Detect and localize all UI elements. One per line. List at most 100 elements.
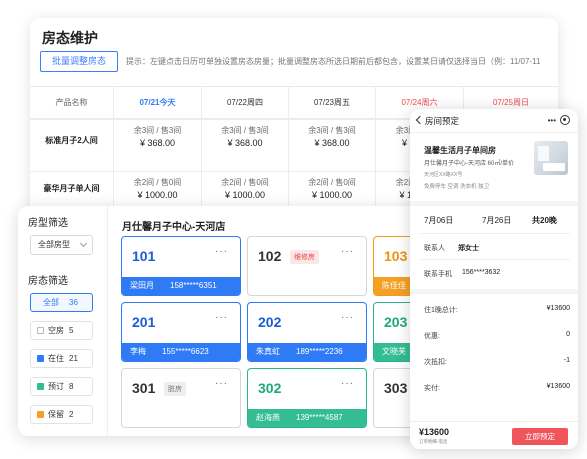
footer-sub[interactable]: 订单明细 电话 xyxy=(419,439,447,445)
filter-sidebar: 房型筛选 全部房型 房态筛选 全部 36 空房 5 在住 21 预订 8 保留 … xyxy=(18,206,108,436)
calendar-cell[interactable]: 余3间 / 售3间 ¥ 368.00 xyxy=(289,125,375,148)
tip-text: 提示：左键点击日历可单独设置房态房量；批量调整房态所选日期前后都包含，设置某日请… xyxy=(126,57,541,66)
room-card[interactable]: 202 ··· 朱真虹 189*****2236 xyxy=(247,302,367,362)
deduct-label: 次抵扣: xyxy=(424,359,447,366)
booked-swatch-icon xyxy=(37,383,44,390)
column-header: 07/22周四 xyxy=(202,87,288,119)
store-title: 月仕馨月子中心-天河店 xyxy=(122,222,226,233)
contact-row[interactable]: 联系人 郑女士 xyxy=(424,243,570,253)
grid-column-product: 产品名称 标准月子2人间 豪华月子单人间 xyxy=(30,87,114,218)
row-divider xyxy=(420,233,570,234)
row-name: 标准月子2人间 xyxy=(45,136,98,145)
row-name: 豪华月子单人间 xyxy=(43,184,100,193)
filter-count: 36 xyxy=(69,298,78,307)
checkout-date: 7月26日 xyxy=(482,216,512,225)
cell-stock: 余3间 / 售3间 xyxy=(133,126,182,135)
room-photo xyxy=(534,141,568,175)
calendar-cell[interactable]: 余2间 / 售0间 ¥ 1000.00 xyxy=(202,177,288,200)
cell-stock: 余2间 / 售0间 xyxy=(133,178,182,187)
status-heading: 房态筛选 xyxy=(28,276,68,287)
phone-value: 156****3632 xyxy=(462,269,501,276)
close-target-icon[interactable] xyxy=(560,115,570,125)
cell-price: ¥ 1000.00 xyxy=(224,190,266,200)
filter-occupied[interactable]: 在住 21 xyxy=(30,349,93,368)
back-arrow-icon[interactable] xyxy=(415,115,425,125)
calendar-cell[interactable]: 余2间 / 售0间 ¥ 1000.00 xyxy=(289,177,375,200)
column-header: 07/23周五 xyxy=(289,87,375,119)
room-card[interactable]: 301 脏房 ··· xyxy=(121,368,241,428)
room-number: 201 xyxy=(132,314,156,330)
cell-stock: 余3间 / 售3间 xyxy=(221,126,269,135)
more-icon[interactable]: ··· xyxy=(341,312,354,323)
room-number: 101 xyxy=(132,248,156,264)
guest-bar: 梁田月 158*****6351 xyxy=(122,277,240,295)
guest-name: 朱真虹 xyxy=(256,347,280,356)
guest-name: 梁田月 xyxy=(130,281,154,290)
cell-price: ¥ 368.00 xyxy=(139,138,176,148)
room-card[interactable]: 101 ··· 梁田月 158*****6351 xyxy=(121,236,241,296)
filter-count: 2 xyxy=(69,410,74,419)
filter-booked[interactable]: 预订 8 xyxy=(30,377,93,396)
room-board-panel: 房型筛选 全部房型 房态筛选 全部 36 空房 5 在住 21 预订 8 保留 … xyxy=(18,206,426,436)
total-row: 住1晚总计: ¥13600 xyxy=(424,305,570,315)
room-number: 103 xyxy=(384,248,408,264)
total-value: ¥13600 xyxy=(546,305,570,312)
more-icon[interactable]: ••• xyxy=(548,116,556,125)
discount-label: 优惠: xyxy=(424,333,440,340)
mini-program-capsule[interactable]: ••• xyxy=(548,115,570,125)
room-number: 203 xyxy=(384,314,408,330)
calendar-cell[interactable]: 余3间 / 售3间 ¥ 368.00 xyxy=(114,125,201,148)
filter-vacant[interactable]: 空房 5 xyxy=(30,321,93,340)
more-icon[interactable]: ··· xyxy=(341,246,354,257)
column-header: 07/21今天 xyxy=(114,87,201,119)
room-card[interactable]: 302 ··· 赵海燕 139*****4587 xyxy=(247,368,367,428)
filter-reserved[interactable]: 保留 2 xyxy=(30,405,93,424)
phone-header: 房间预定 ••• xyxy=(410,109,578,133)
paid-row: 实付: ¥13600 xyxy=(424,383,570,393)
room-card[interactable]: 102 维修房 ··· xyxy=(247,236,367,296)
occupied-swatch-icon xyxy=(37,355,44,362)
paid-label: 实付: xyxy=(424,385,440,392)
contact-label: 联系人 xyxy=(424,245,445,252)
phone-label: 联系手机 xyxy=(424,271,452,278)
chevron-down-icon xyxy=(79,239,88,248)
guest-bar: 朱真虹 189*****2236 xyxy=(248,343,366,361)
filter-label: 预订 xyxy=(48,382,64,391)
cell-stock: 余3间 / 售3间 xyxy=(308,126,356,135)
guest-bar: 李梅 155*****6623 xyxy=(122,343,240,361)
filter-label: 保留 xyxy=(48,410,64,419)
more-icon[interactable]: ··· xyxy=(341,378,354,389)
guest-name: 陈佳佳 xyxy=(382,281,406,290)
grid-column-day: 07/21今天 余3间 / 售3间 ¥ 368.00 余2间 / 售0间 ¥ 100… xyxy=(114,87,202,218)
room-number: 303 xyxy=(384,380,408,396)
batch-adjust-button[interactable]: 批量调整房态 xyxy=(40,51,118,72)
deduct-row[interactable]: 次抵扣: -1 xyxy=(424,357,570,367)
room-number: 202 xyxy=(258,314,282,330)
calendar-cell[interactable]: 余3间 / 售3间 ¥ 368.00 xyxy=(202,125,288,148)
paid-value: ¥13600 xyxy=(546,383,570,390)
book-now-button[interactable]: 立即预定 xyxy=(512,428,568,445)
reserved-swatch-icon xyxy=(37,411,44,418)
more-icon[interactable]: ··· xyxy=(215,246,228,257)
discount-row: 优惠: 0 xyxy=(424,331,570,341)
room-type-heading: 房型筛选 xyxy=(28,218,68,229)
guest-phone: 189*****2236 xyxy=(296,347,343,356)
bed-shape xyxy=(543,163,565,171)
deduct-value: -1 xyxy=(563,357,570,364)
screen: 房态维护 批量调整房态 提示：左键点击日历可单独设置房态房量；批量调整房态所选日… xyxy=(0,0,587,459)
cell-stock: 余2间 / 售0间 xyxy=(308,178,356,187)
guest-name: 李梅 xyxy=(130,347,146,356)
column-header: 产品名称 xyxy=(30,87,113,119)
more-icon[interactable]: ··· xyxy=(215,312,228,323)
room-card[interactable]: 201 ··· 李梅 155*****6623 xyxy=(121,302,241,362)
phone-row[interactable]: 联系手机 156****3632 xyxy=(424,269,570,279)
filter-all[interactable]: 全部 36 xyxy=(30,293,93,312)
discount-value: 0 xyxy=(566,331,570,338)
nights-count: 共20晚 xyxy=(532,216,557,225)
room-number: 302 xyxy=(258,380,282,396)
calendar-cell[interactable]: 余2间 / 售0间 ¥ 1000.00 xyxy=(114,177,201,200)
room-type-select[interactable]: 全部房型 xyxy=(30,235,93,255)
checkin-date: 7月06日 xyxy=(424,216,454,225)
status-badge: 脏房 xyxy=(164,382,186,396)
more-icon[interactable]: ··· xyxy=(215,378,228,389)
